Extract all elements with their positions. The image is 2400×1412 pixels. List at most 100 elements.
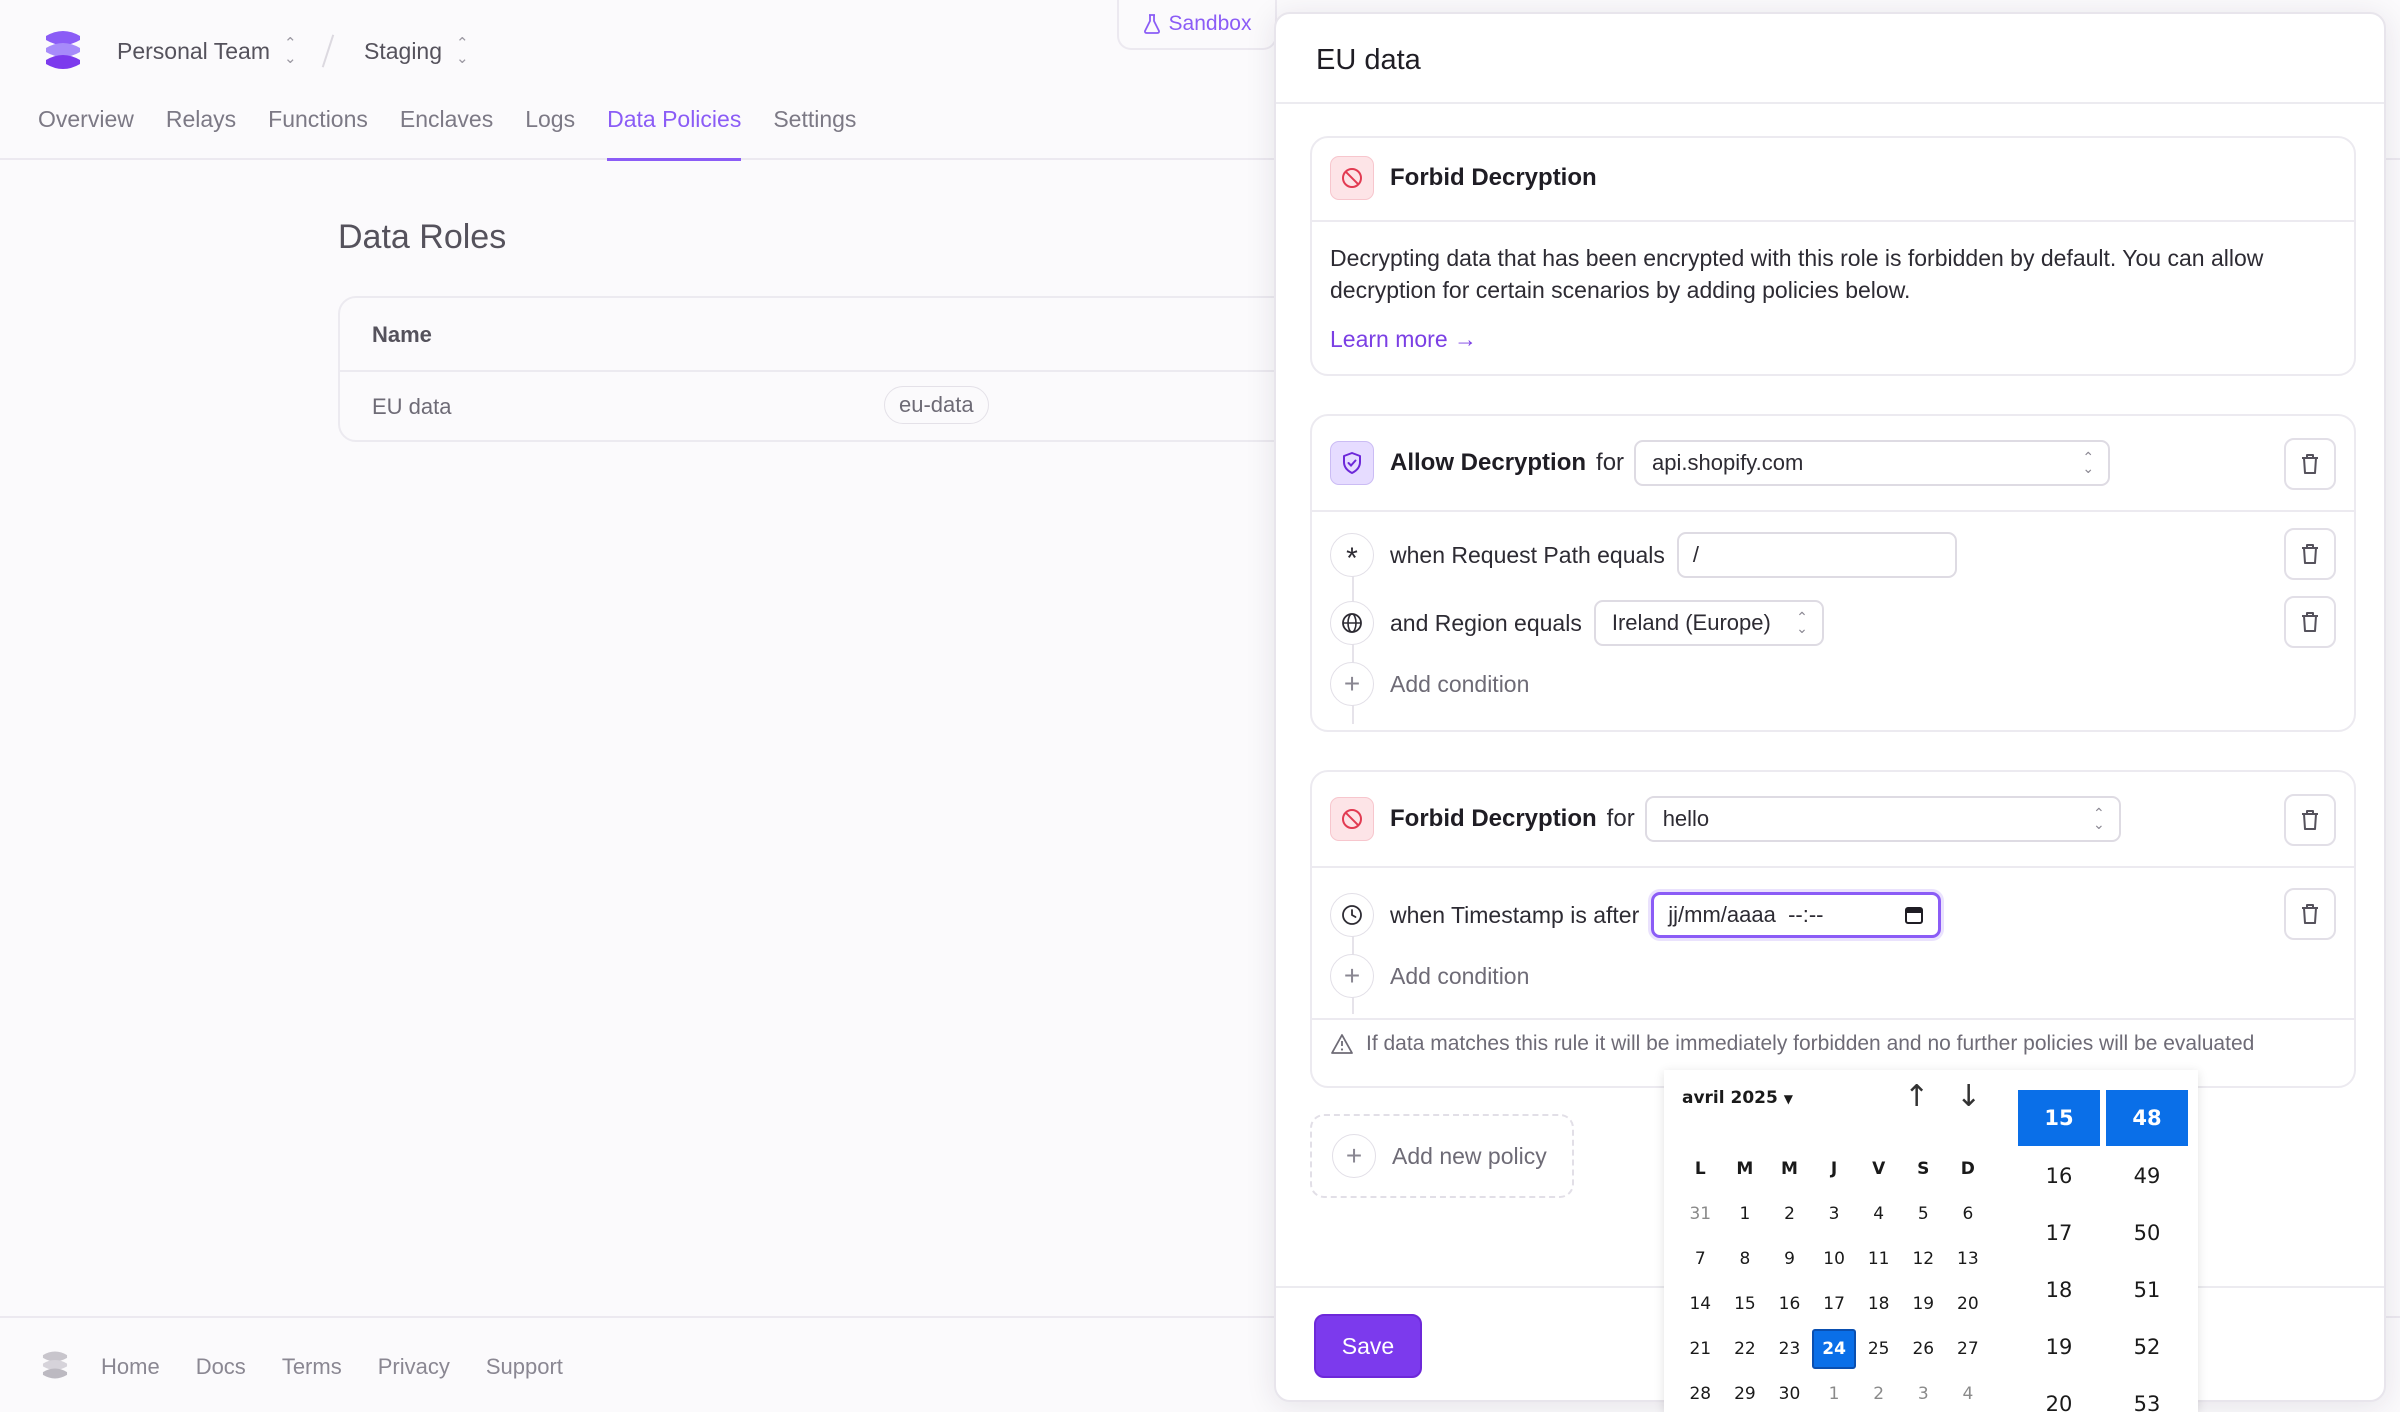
- calendar-day-number: 1: [1828, 1383, 1840, 1404]
- calendar-day[interactable]: 26: [1901, 1326, 1946, 1371]
- minute-column[interactable]: 48 49 50 51 52 53: [2106, 1090, 2188, 1412]
- team-name: Personal Team: [117, 37, 270, 64]
- add-condition-button[interactable]: + Add condition: [1330, 662, 1529, 706]
- minute-option-selected[interactable]: 48: [2106, 1090, 2188, 1146]
- policy-target-select[interactable]: hello ⌃ ⌄: [1644, 796, 2121, 842]
- delete-condition-button[interactable]: [2284, 888, 2336, 940]
- chevron-updown-icon: ⌃ ⌄: [2082, 448, 2095, 476]
- default-policy-description: Decrypting data that has been encrypted …: [1330, 245, 2264, 303]
- calendar-day[interactable]: 7: [1678, 1236, 1723, 1281]
- calendar-day[interactable]: 6: [1946, 1191, 1991, 1236]
- calendar-day[interactable]: 11: [1856, 1236, 1901, 1281]
- request-path-input[interactable]: /: [1676, 532, 1957, 578]
- footer-links: Home Docs Terms Privacy Support: [101, 1354, 563, 1380]
- hour-option[interactable]: 18: [2018, 1261, 2100, 1318]
- calendar-day-number: 31: [1689, 1203, 1712, 1224]
- minute-option[interactable]: 53: [2106, 1375, 2188, 1412]
- calendar-day[interactable]: 5: [1901, 1191, 1946, 1236]
- minute-option[interactable]: 49: [2106, 1147, 2188, 1204]
- policy-type-label: Forbid Decryption: [1390, 805, 1597, 832]
- calendar-day[interactable]: 1: [1723, 1191, 1768, 1236]
- delete-policy-button[interactable]: [2284, 438, 2336, 490]
- environment-switcher[interactable]: Staging ⌃ ⌄: [364, 36, 469, 66]
- calendar-day[interactable]: 21: [1678, 1326, 1723, 1371]
- calendar-day-selected[interactable]: 24: [1812, 1326, 1857, 1371]
- delete-policy-button[interactable]: [2284, 794, 2336, 846]
- calendar-day[interactable]: 10: [1812, 1236, 1857, 1281]
- previous-month-button[interactable]: ↑: [1904, 1082, 1929, 1112]
- hour-option[interactable]: 17: [2018, 1204, 2100, 1261]
- table-row-name[interactable]: EU data: [372, 394, 452, 420]
- next-month-button[interactable]: ↓: [1956, 1082, 1981, 1112]
- add-policy-button[interactable]: + Add new policy: [1310, 1114, 1574, 1198]
- calendar-grid: L M M J V S D 31 1 2 3 4 5 6 7 8 9 10 11 12 13 14 15 16 17 18 19 20…: [1678, 1146, 1990, 1412]
- calendar-day[interactable]: 4: [1856, 1191, 1901, 1236]
- policy-warning-text: If data matches this rule it will be imm…: [1366, 1032, 2255, 1055]
- hour-option[interactable]: 16: [2018, 1147, 2100, 1204]
- footer-link-home[interactable]: Home: [101, 1354, 160, 1380]
- calendar-day[interactable]: 28: [1678, 1371, 1723, 1412]
- tab-overview[interactable]: Overview: [38, 106, 134, 161]
- calendar-day[interactable]: 19: [1901, 1281, 1946, 1326]
- tab-settings[interactable]: Settings: [773, 106, 856, 161]
- calendar-day[interactable]: 23: [1767, 1326, 1812, 1371]
- hour-option[interactable]: 19: [2018, 1318, 2100, 1375]
- calendar-day[interactable]: 3: [1812, 1191, 1857, 1236]
- footer-link-support[interactable]: Support: [486, 1354, 563, 1380]
- calendar-day[interactable]: 17: [1812, 1281, 1857, 1326]
- footer-link-docs[interactable]: Docs: [196, 1354, 246, 1380]
- calendar-day[interactable]: 18: [1856, 1281, 1901, 1326]
- add-condition-button[interactable]: + Add condition: [1330, 954, 1529, 998]
- team-switcher[interactable]: Personal Team ⌃ ⌄: [117, 36, 297, 66]
- tab-logs[interactable]: Logs: [525, 106, 575, 161]
- calendar-week: 21 22 23 24 25 26 27: [1678, 1326, 1990, 1371]
- footer-link-terms[interactable]: Terms: [282, 1354, 342, 1380]
- calendar-day[interactable]: 1: [1812, 1371, 1857, 1412]
- calendar-day[interactable]: 8: [1723, 1236, 1768, 1281]
- calendar-day[interactable]: 9: [1767, 1236, 1812, 1281]
- hour-column[interactable]: 15 16 17 18 19 20: [2018, 1090, 2100, 1412]
- timestamp-input[interactable]: jj/mm/aaaa --:--: [1651, 892, 1942, 938]
- calendar-day[interactable]: 15: [1723, 1281, 1768, 1326]
- tab-enclaves[interactable]: Enclaves: [400, 106, 493, 161]
- region-select[interactable]: Ireland (Europe) ⌃ ⌄: [1593, 600, 1824, 646]
- delete-condition-button[interactable]: [2284, 528, 2336, 580]
- calendar-day[interactable]: 31: [1678, 1191, 1723, 1236]
- calendar-day[interactable]: 14: [1678, 1281, 1723, 1326]
- card-divider: [1312, 220, 2354, 222]
- calendar-day[interactable]: 20: [1946, 1281, 1991, 1326]
- calendar-week: 7 8 9 10 11 12 13: [1678, 1236, 1990, 1281]
- calendar-day[interactable]: 30: [1767, 1371, 1812, 1412]
- delete-condition-button[interactable]: [2284, 596, 2336, 648]
- minute-option[interactable]: 51: [2106, 1261, 2188, 1318]
- calendar-day[interactable]: 13: [1946, 1236, 1991, 1281]
- month-year-selector[interactable]: avril 2025 ▼: [1682, 1088, 1793, 1108]
- tab-data-policies[interactable]: Data Policies: [607, 106, 742, 161]
- policy-target-select[interactable]: api.shopify.com ⌃ ⌄: [1634, 440, 2111, 486]
- calendar-day-number: 24: [1812, 1328, 1857, 1369]
- weekday-label: L: [1694, 1158, 1706, 1179]
- tab-functions[interactable]: Functions: [268, 106, 368, 161]
- app-logo[interactable]: [40, 26, 86, 74]
- footer-link-privacy[interactable]: Privacy: [378, 1354, 450, 1380]
- hour-option[interactable]: 20: [2018, 1375, 2100, 1412]
- minute-option[interactable]: 50: [2106, 1204, 2188, 1261]
- tab-relays[interactable]: Relays: [166, 106, 236, 161]
- calendar-day[interactable]: 22: [1723, 1326, 1768, 1371]
- hour-option-selected[interactable]: 15: [2018, 1090, 2100, 1146]
- calendar-day[interactable]: 25: [1856, 1326, 1901, 1371]
- sandbox-badge[interactable]: Sandbox: [1117, 0, 1277, 50]
- minute-option[interactable]: 52: [2106, 1318, 2188, 1375]
- learn-more-link[interactable]: Learn more →: [1330, 326, 1477, 353]
- calendar-day[interactable]: 2: [1856, 1371, 1901, 1412]
- calendar-day[interactable]: 2: [1767, 1191, 1812, 1236]
- calendar-day[interactable]: 3: [1901, 1371, 1946, 1412]
- timestamp-value: jj/mm/aaaa --:--: [1668, 902, 1824, 927]
- calendar-icon[interactable]: [1904, 905, 1924, 925]
- calendar-day[interactable]: 4: [1946, 1371, 1991, 1412]
- calendar-day[interactable]: 29: [1723, 1371, 1768, 1412]
- calendar-day[interactable]: 27: [1946, 1326, 1991, 1371]
- calendar-day[interactable]: 12: [1901, 1236, 1946, 1281]
- save-button[interactable]: Save: [1314, 1314, 1422, 1378]
- calendar-day[interactable]: 16: [1767, 1281, 1812, 1326]
